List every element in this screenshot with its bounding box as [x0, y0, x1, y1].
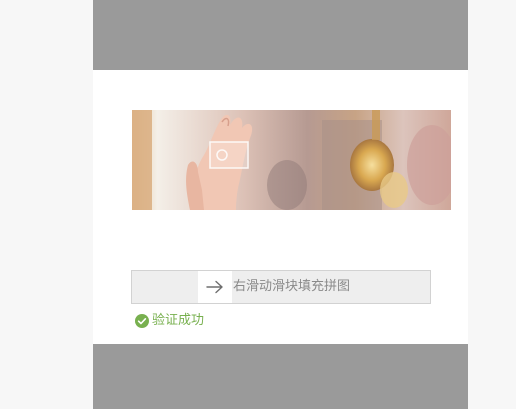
page: 右滑动滑块填充拼图 验证成功 — [0, 0, 516, 409]
slider-hint-text: 右滑动滑块填充拼图 — [233, 279, 351, 294]
slider-progress — [132, 271, 198, 303]
slider-track[interactable]: 右滑动滑块填充拼图 — [131, 270, 431, 304]
check-circle-icon — [135, 314, 149, 328]
modal-overlay-top — [93, 0, 468, 70]
verify-status: 验证成功 — [135, 313, 204, 329]
arrow-right-icon — [206, 280, 223, 294]
puzzle-photo — [132, 110, 451, 210]
slider-handle[interactable] — [198, 271, 232, 303]
puzzle-image — [132, 110, 451, 210]
modal-overlay-bottom — [93, 344, 468, 409]
captcha-dialog: 右滑动滑块填充拼图 验证成功 — [93, 70, 468, 344]
verify-status-text: 验证成功 — [152, 313, 205, 328]
